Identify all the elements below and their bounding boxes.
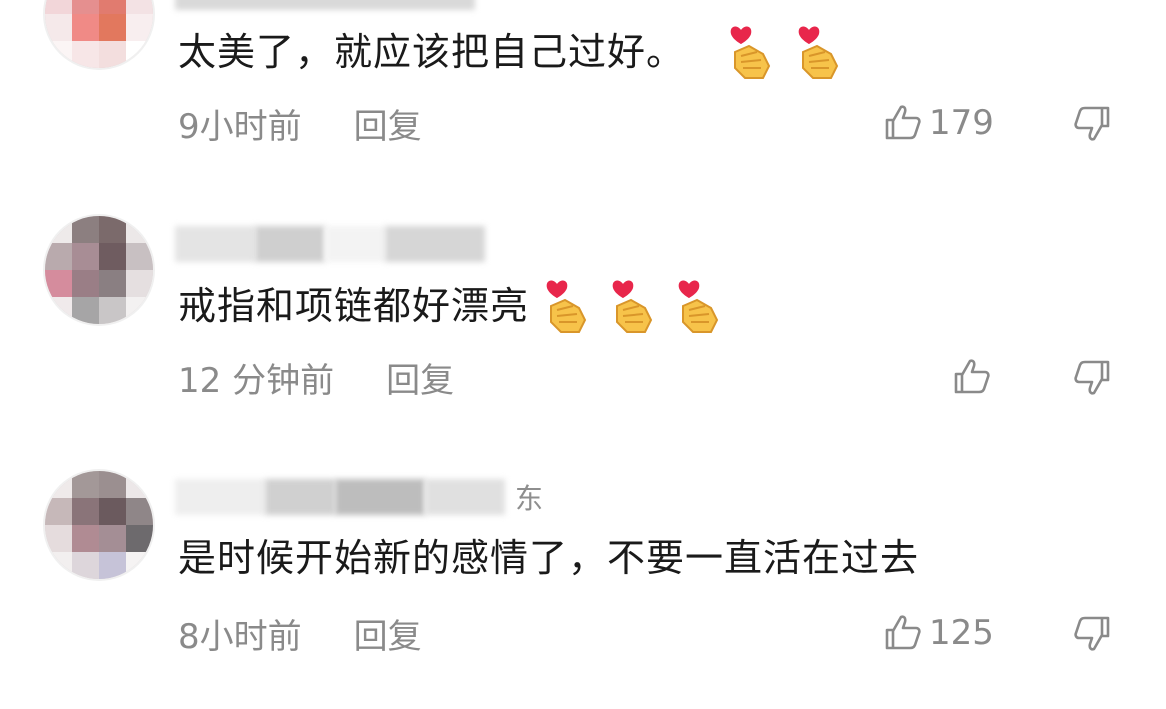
finger-heart-emoji-icon <box>675 276 725 336</box>
like-button[interactable]: 125 <box>883 608 994 658</box>
timestamp: 9小时前 <box>178 106 302 147</box>
thumbs-down-icon <box>1074 616 1110 651</box>
comment-text: 是时候开始新的感情了，不要一直活在过去 <box>178 536 920 580</box>
finger-heart-emoji-icon <box>795 22 845 82</box>
timestamp: 8小时前 <box>178 616 302 657</box>
comment-meta: 12 分钟前 回复 <box>178 352 454 402</box>
avatar[interactable] <box>45 216 153 324</box>
like-count: 125 <box>929 613 994 653</box>
like-button[interactable]: 179 <box>883 98 994 148</box>
thumbs-up-icon <box>954 359 990 394</box>
finger-heart-emoji-icon <box>727 22 777 82</box>
comment-meta: 8小时前 回复 <box>178 608 422 658</box>
dislike-button[interactable] <box>1072 608 1116 658</box>
finger-heart-emoji-icon <box>543 276 593 336</box>
like-count: 179 <box>929 103 994 143</box>
username-blurred[interactable]: 东 <box>175 477 543 517</box>
username-suffix: 东 <box>515 482 544 515</box>
thumbs-down-icon <box>1074 360 1110 395</box>
avatar[interactable] <box>45 0 153 68</box>
reply-button[interactable]: 回复 <box>354 99 422 148</box>
thumbs-up-icon <box>885 105 921 140</box>
timestamp: 12 分钟前 <box>178 360 335 401</box>
thumbs-up-icon <box>885 615 921 650</box>
dislike-button[interactable] <box>1072 352 1116 402</box>
comment-text-row: 是时候开始新的感情了，不要一直活在过去 <box>178 533 919 583</box>
reply-button[interactable]: 回复 <box>354 609 422 658</box>
username-blurred[interactable] <box>175 0 475 12</box>
comment-text: 戒指和项链都好漂亮 <box>178 284 530 328</box>
like-button[interactable] <box>952 352 998 402</box>
comment-text-row: 太美了，就应该把自己过好。 <box>178 22 845 82</box>
finger-heart-emoji-icon <box>609 276 659 336</box>
comment-meta: 9小时前 回复 <box>178 98 422 148</box>
username-blurred[interactable] <box>175 224 485 264</box>
dislike-button[interactable] <box>1072 98 1116 148</box>
reply-button[interactable]: 回复 <box>386 353 454 402</box>
comment-item: 太美了，就应该把自己过好。 9小时前 回复 179 <box>0 0 1166 180</box>
comment-text-row: 戒指和项链都好漂亮 <box>178 276 725 336</box>
avatar[interactable] <box>45 471 153 579</box>
thumbs-down-icon <box>1074 106 1110 141</box>
comment-text: 太美了，就应该把自己过好。 <box>178 30 686 74</box>
comment-item: 戒指和项链都好漂亮 12 分钟前 回复 <box>0 212 1166 412</box>
comment-item: 东 是时候开始新的感情了，不要一直活在过去 8小时前 回复 125 <box>0 465 1166 685</box>
